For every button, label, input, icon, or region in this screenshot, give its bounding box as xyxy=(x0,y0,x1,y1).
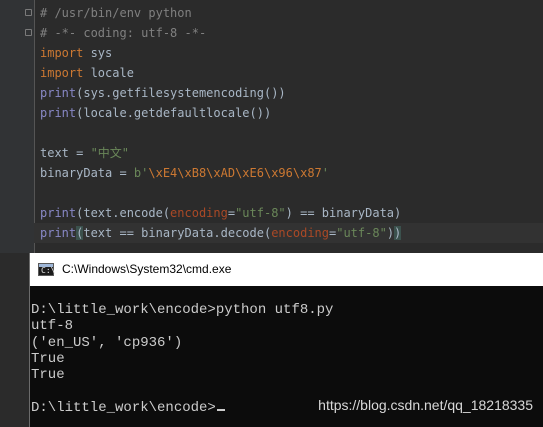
code-token: \xE4\xB8\xAD\xE6\x96\x87 xyxy=(148,166,322,180)
watermark-text: https://blog.csdn.net/qq_18218335 xyxy=(318,397,533,413)
code-token: import xyxy=(40,46,84,60)
code-line[interactable]: # /usr/bin/env python xyxy=(40,3,543,23)
code-token: encoding xyxy=(170,206,228,220)
code-token: text == binaryData.decode( xyxy=(83,226,272,240)
code-token: b' xyxy=(133,166,149,180)
code-token: "utf-8" xyxy=(336,226,387,240)
console-text: D:\little_work\encode> xyxy=(31,399,216,416)
code-token: text = xyxy=(40,146,91,160)
code-token: import xyxy=(40,66,84,80)
console-line: D:\little_work\encode>python utf8.py xyxy=(31,302,543,318)
code-token: print xyxy=(40,206,77,220)
code-token: (locale.getdefaultlocale()) xyxy=(76,106,272,120)
code-line[interactable]: text = "中文" xyxy=(40,143,543,163)
code-token: print xyxy=(40,86,77,100)
text-cursor xyxy=(216,408,225,411)
code-token: ) xyxy=(386,226,395,240)
line-gutter xyxy=(0,0,34,253)
console-line: ('en_US', 'cp936') xyxy=(31,335,543,351)
code-line[interactable]: print(sys.getfilesystemencoding()) xyxy=(40,83,543,103)
code-token: "中文" xyxy=(90,146,130,160)
code-line[interactable]: # -*- coding: utf-8 -*- xyxy=(40,23,543,43)
code-token: print xyxy=(40,106,77,120)
code-token: ) xyxy=(394,226,402,240)
code-editor[interactable]: # /usr/bin/env python # -*- coding: utf-8… xyxy=(0,0,543,253)
console-line: True xyxy=(31,351,543,367)
code-token: encoding xyxy=(271,226,329,240)
code-token: locale xyxy=(83,66,134,80)
code-line[interactable]: print(text == binaryData.decode(encoding… xyxy=(34,223,543,243)
screenshot-root: # /usr/bin/env python # -*- coding: utf-8… xyxy=(0,0,543,427)
code-token: (text.encode( xyxy=(76,206,171,220)
console-line: True xyxy=(31,367,543,383)
code-line[interactable] xyxy=(40,123,543,143)
fold-start-icon[interactable] xyxy=(25,9,32,16)
console-text: True xyxy=(31,350,65,367)
fold-end-icon[interactable] xyxy=(25,29,32,36)
code-token: ' xyxy=(321,166,329,180)
cmd-window-title: C:\Windows\System32\cmd.exe xyxy=(62,262,232,276)
code-token: sys xyxy=(83,46,113,60)
code-line[interactable] xyxy=(40,183,543,203)
code-line[interactable]: print(locale.getdefaultlocale()) xyxy=(40,103,543,123)
console-text: True xyxy=(31,367,65,384)
code-area[interactable]: # /usr/bin/env python # -*- coding: utf-8… xyxy=(34,3,543,243)
code-token: print xyxy=(40,226,77,240)
console-line: utf-8 xyxy=(31,318,543,334)
code-line[interactable]: import sys xyxy=(40,43,543,63)
gutter-divider xyxy=(34,0,35,253)
console-text: ('en_US', 'cp936') xyxy=(31,334,183,351)
console-text: utf-8 xyxy=(31,318,74,335)
cmd-titlebar[interactable]: C:\ C:\Windows\System32\cmd.exe xyxy=(30,253,543,286)
code-token: (sys.getfilesystemencoding()) xyxy=(76,86,286,100)
code-token: # /usr/bin/env python xyxy=(40,6,192,20)
code-token: ) == binaryData) xyxy=(285,206,402,220)
code-line[interactable]: binaryData = b'\xE4\xB8\xAD\xE6\x96\x87' xyxy=(40,163,543,183)
code-token: = xyxy=(227,206,236,220)
code-token: binaryData = xyxy=(40,166,134,180)
code-line[interactable]: import locale xyxy=(40,63,543,83)
code-token: # -*- coding: utf-8 -*- xyxy=(40,26,207,40)
code-token: "utf-8" xyxy=(235,206,286,220)
code-line[interactable]: print(text.encode(encoding="utf-8") == b… xyxy=(40,203,543,223)
cmd-app-icon: C:\ xyxy=(38,263,55,276)
console-text: D:\little_work\encode>python utf8.py xyxy=(31,302,334,318)
